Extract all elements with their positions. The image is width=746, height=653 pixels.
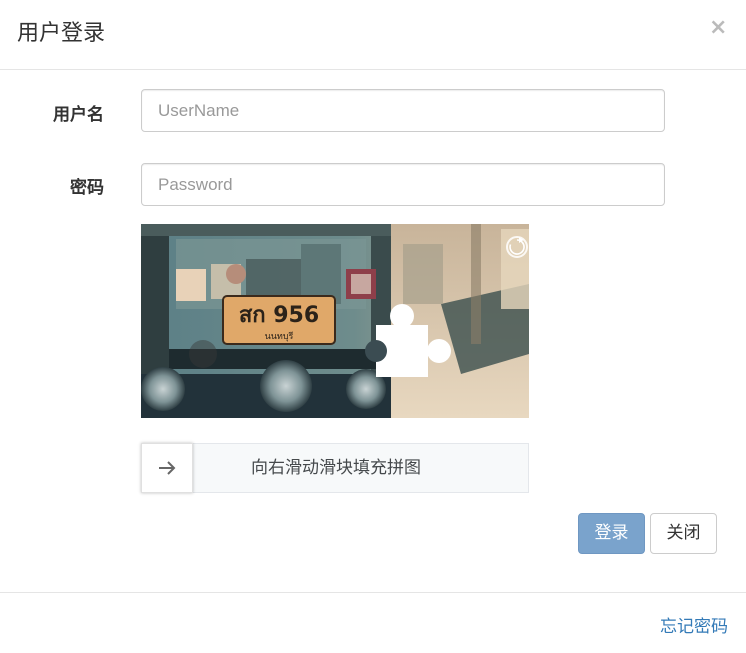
- close-icon[interactable]: ×: [709, 16, 727, 40]
- refresh-icon[interactable]: [505, 235, 529, 259]
- captcha-photo: สก 956 นนทบุรี: [141, 224, 529, 418]
- plate-text: สก 956: [239, 303, 319, 328]
- arrow-right-icon: [159, 461, 176, 475]
- login-button[interactable]: 登录: [578, 513, 645, 554]
- password-label: 密码: [70, 178, 104, 198]
- slider-instruction: 向右滑动滑块填充拼图: [251, 458, 421, 478]
- login-modal: 用户登录 × 用户名 密码: [0, 0, 746, 653]
- password-input[interactable]: [141, 163, 665, 206]
- modal-title: 用户登录: [17, 21, 106, 46]
- username-label: 用户名: [53, 105, 104, 125]
- plate-subtext: นนทบุรี: [265, 331, 294, 342]
- modal-footer: 忘记密码: [0, 592, 746, 653]
- modal-header: 用户登录 ×: [0, 0, 746, 70]
- username-input[interactable]: [141, 89, 665, 132]
- slider-handle[interactable]: [141, 443, 193, 493]
- captcha-slider-track: 向右滑动滑块填充拼图: [141, 443, 529, 493]
- close-button[interactable]: 关闭: [650, 513, 717, 554]
- forgot-password-link[interactable]: 忘记密码: [660, 612, 728, 637]
- captcha-image: สก 956 นนทบุรี: [141, 224, 529, 418]
